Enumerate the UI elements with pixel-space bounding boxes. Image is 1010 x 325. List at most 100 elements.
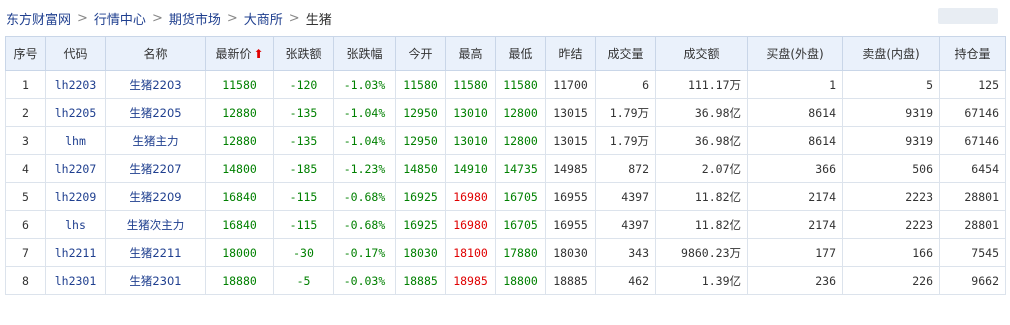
table-row[interactable]: 3 lhm 生猪主力 12880 -135 -1.04% 12950 13010 12800 13… (5, 126, 1006, 155)
cell-code[interactable]: lh2301 (45, 266, 106, 295)
table-row[interactable]: 7 lh2211 生猪2211 18000 -30 -0.17% 18030 18100 178… (5, 238, 1006, 267)
cell-change-pct: -1.23% (333, 154, 396, 183)
cell-name[interactable]: 生猪2209 (105, 182, 206, 211)
cell-sell: 5 (842, 70, 940, 99)
cell-volume: 4397 (595, 210, 656, 239)
cell-amount: 9860.23万 (655, 238, 748, 267)
header-last[interactable]: 最新价 ⬆ (205, 36, 274, 71)
cell-sell: 9319 (842, 126, 940, 155)
cell-open-interest: 67146 (939, 126, 1006, 155)
header-low[interactable]: 最低 (495, 36, 546, 71)
cell-code[interactable]: lh2205 (45, 98, 106, 127)
breadcrumb-link-quotes[interactable]: 行情中心 (94, 9, 146, 28)
cell-name[interactable]: 生猪2211 (105, 238, 206, 267)
cell-name[interactable]: 生猪2301 (105, 266, 206, 295)
cell-high: 14910 (445, 154, 496, 183)
cell-no: 1 (5, 70, 46, 99)
cell-no: 7 (5, 238, 46, 267)
header-change[interactable]: 张跌额 (273, 36, 334, 71)
cell-prev-settle: 14985 (545, 154, 596, 183)
breadcrumb-link-futures[interactable]: 期货市场 (169, 9, 221, 28)
cell-no: 6 (5, 210, 46, 239)
header-change-pct[interactable]: 张跌幅 (333, 36, 396, 71)
cell-last: 18000 (205, 238, 274, 267)
cell-code[interactable]: lhs (45, 210, 106, 239)
cell-name[interactable]: 生猪2205 (105, 98, 206, 127)
cell-prev-settle: 18885 (545, 266, 596, 295)
cell-name[interactable]: 生猪次主力 (105, 210, 206, 239)
cell-buy: 366 (747, 154, 843, 183)
cell-last: 18880 (205, 266, 274, 295)
cell-amount: 2.07亿 (655, 154, 748, 183)
cell-low: 11580 (495, 70, 546, 99)
cell-volume: 1.79万 (595, 126, 656, 155)
cell-prev-settle: 16955 (545, 210, 596, 239)
cell-no: 3 (5, 126, 46, 155)
breadcrumb-link-home[interactable]: 东方财富网 (6, 9, 71, 28)
cell-sell: 506 (842, 154, 940, 183)
cell-low: 16705 (495, 210, 546, 239)
cell-open: 16925 (395, 210, 446, 239)
header-high[interactable]: 最高 (445, 36, 496, 71)
cell-last: 12880 (205, 98, 274, 127)
cell-change-pct: -1.03% (333, 70, 396, 99)
cell-name[interactable]: 生猪主力 (105, 126, 206, 155)
cell-volume: 343 (595, 238, 656, 267)
cell-change: -135 (273, 126, 334, 155)
table-header-row: 序号 代码 名称 最新价 ⬆ 张跌额 张跌幅 今开 最高 最低 昨结 成交量 成交… (5, 36, 1006, 71)
breadcrumb-current: 生猪 (305, 12, 332, 28)
header-no[interactable]: 序号 (5, 36, 46, 71)
cell-volume: 4397 (595, 182, 656, 211)
cell-last: 12880 (205, 126, 274, 155)
header-open[interactable]: 今开 (395, 36, 446, 71)
header-last-label: 最新价 (215, 47, 252, 61)
cell-buy: 236 (747, 266, 843, 295)
header-sell[interactable]: 卖盘(内盘) (842, 36, 940, 71)
table-row[interactable]: 5 lh2209 生猪2209 16840 -115 -0.68% 16925 16980 16… (5, 182, 1006, 211)
cell-code[interactable]: lh2203 (45, 70, 106, 99)
cell-volume: 1.79万 (595, 98, 656, 127)
cell-open-interest: 6454 (939, 154, 1006, 183)
header-prev-settle[interactable]: 昨结 (545, 36, 596, 71)
cell-code[interactable]: lh2211 (45, 238, 106, 267)
cell-no: 4 (5, 154, 46, 183)
cell-high: 18100 (445, 238, 496, 267)
cell-code[interactable]: lh2209 (45, 182, 106, 211)
cell-prev-settle: 16955 (545, 182, 596, 211)
cell-code[interactable]: lh2207 (45, 154, 106, 183)
cell-high: 16980 (445, 210, 496, 239)
cell-name[interactable]: 生猪2203 (105, 70, 206, 99)
header-volume[interactable]: 成交量 (595, 36, 656, 71)
cell-amount: 11.82亿 (655, 210, 748, 239)
cell-open-interest: 28801 (939, 182, 1006, 211)
table-row[interactable]: 2 lh2205 生猪2205 12880 -135 -1.04% 12950 13010 12… (5, 98, 1006, 127)
breadcrumb-link-dce[interactable]: 大商所 (244, 9, 283, 28)
cell-sell: 9319 (842, 98, 940, 127)
cell-change: -115 (273, 182, 334, 211)
header-buy[interactable]: 买盘(外盘) (747, 36, 843, 71)
sort-up-icon: ⬆ (253, 47, 264, 61)
table-row[interactable]: 6 lhs 生猪次主力 16840 -115 -0.68% 16925 16980 16705 1… (5, 210, 1006, 239)
cell-open: 12950 (395, 126, 446, 155)
cell-buy: 2174 (747, 210, 843, 239)
cell-low: 12800 (495, 126, 546, 155)
cell-high: 13010 (445, 126, 496, 155)
table-row[interactable]: 4 lh2207 生猪2207 14800 -185 -1.23% 14850 14910 14… (5, 154, 1006, 183)
cell-last: 16840 (205, 182, 274, 211)
table-row[interactable]: 8 lh2301 生猪2301 18880 -5 -0.03% 18885 18985 1880… (5, 266, 1006, 295)
header-open-interest[interactable]: 持仓量 (939, 36, 1006, 71)
cell-name[interactable]: 生猪2207 (105, 154, 206, 183)
cell-volume: 872 (595, 154, 656, 183)
header-amount[interactable]: 成交额 (655, 36, 748, 71)
cell-code[interactable]: lhm (45, 126, 106, 155)
cell-low: 14735 (495, 154, 546, 183)
cell-high: 16980 (445, 182, 496, 211)
cell-high: 18985 (445, 266, 496, 295)
table-row[interactable]: 1 lh2203 生猪2203 11580 -120 -1.03% 11580 11580 11… (5, 70, 1006, 99)
cell-low: 17880 (495, 238, 546, 267)
header-code[interactable]: 代码 (45, 36, 106, 71)
cell-open-interest: 67146 (939, 98, 1006, 127)
header-name[interactable]: 名称 (105, 36, 206, 71)
cell-change-pct: -0.68% (333, 182, 396, 211)
futures-quote-table: 序号 代码 名称 最新价 ⬆ 张跌额 张跌幅 今开 最高 最低 昨结 成交量 成交… (5, 36, 1006, 295)
